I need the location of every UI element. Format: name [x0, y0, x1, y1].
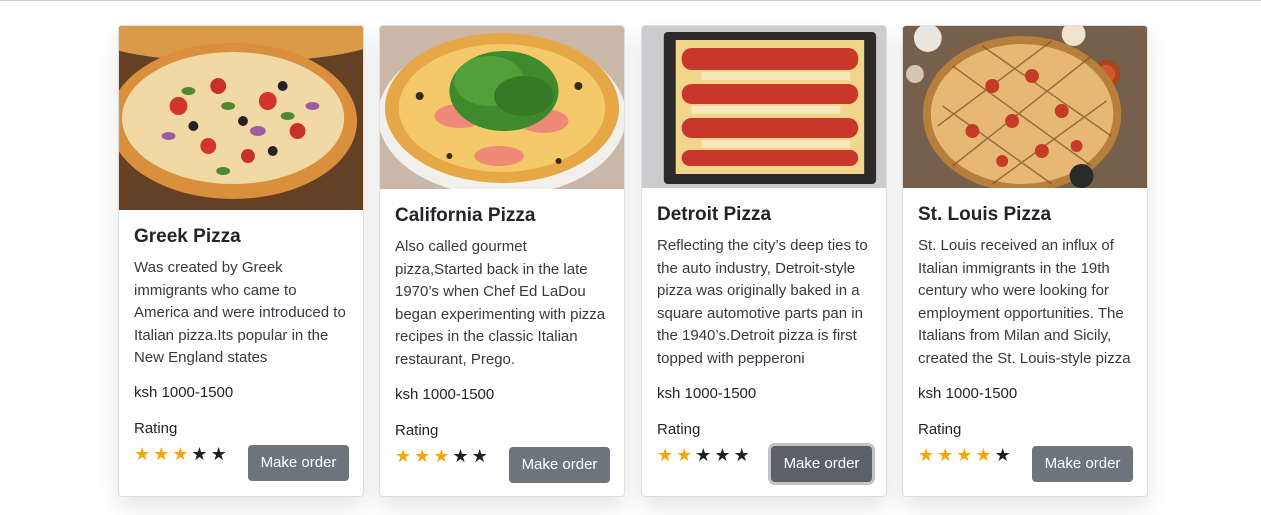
card-title: Greek Pizza [134, 226, 241, 247]
card-description: St. Louis received an influx of Italian … [918, 237, 1131, 367]
card-title: Detroit Pizza [657, 204, 772, 225]
star-rating: ★ ★ ★ ★ ★ [134, 446, 227, 464]
card-description: Reflecting the city’s deep ties to the a… [657, 237, 868, 367]
rating-label: Rating [918, 421, 962, 438]
star-filled-icon[interactable]: ★ [172, 446, 188, 464]
make-order-button[interactable]: Make order [771, 446, 872, 482]
star-filled-icon[interactable]: ★ [956, 447, 972, 465]
pizza-card-detroit: Detroit Pizza Reflecting the city’s deep… [641, 25, 887, 497]
rating-label: Rating [134, 420, 178, 437]
make-order-button[interactable]: Make order [509, 447, 610, 483]
rating-label: Rating [657, 421, 701, 438]
star-empty-icon[interactable]: ★ [734, 447, 750, 465]
card-price: ksh 1000-1500 [657, 385, 757, 402]
pizza-image-california [380, 26, 624, 189]
star-rating: ★ ★ ★ ★ ★ [918, 447, 1011, 465]
card-title: California Pizza [395, 205, 536, 226]
star-empty-icon[interactable]: ★ [995, 447, 1011, 465]
star-filled-icon[interactable]: ★ [918, 447, 934, 465]
card-price: ksh 1000-1500 [918, 385, 1018, 402]
card-price: ksh 1000-1500 [134, 384, 234, 401]
card-title: St. Louis Pizza [918, 204, 1052, 225]
star-filled-icon[interactable]: ★ [395, 448, 411, 466]
card-description: Also called gourmet pizza,Started back i… [395, 238, 606, 368]
star-empty-icon[interactable]: ★ [191, 446, 207, 464]
star-filled-icon[interactable]: ★ [657, 447, 673, 465]
star-filled-icon[interactable]: ★ [414, 448, 430, 466]
make-order-button[interactable]: Make order [1032, 446, 1133, 482]
star-filled-icon[interactable]: ★ [153, 446, 169, 464]
star-filled-icon[interactable]: ★ [134, 446, 150, 464]
card-description: Was created by Greek immigrants who came… [134, 259, 346, 366]
pizza-image-detroit [642, 26, 886, 188]
star-rating: ★ ★ ★ ★ ★ [395, 448, 488, 466]
star-rating: ★ ★ ★ ★ ★ [657, 447, 750, 465]
star-filled-icon[interactable]: ★ [676, 447, 692, 465]
star-filled-icon[interactable]: ★ [975, 447, 991, 465]
pizza-card-california: California Pizza Also called gourmet piz… [379, 25, 625, 497]
star-empty-icon[interactable]: ★ [714, 447, 730, 465]
pizza-image-greek [119, 26, 363, 210]
pizza-image-st-louis [903, 26, 1147, 188]
star-filled-icon[interactable]: ★ [433, 448, 449, 466]
star-empty-icon[interactable]: ★ [211, 446, 227, 464]
card-price: ksh 1000-1500 [395, 386, 495, 403]
top-border [0, 0, 1261, 1]
star-empty-icon[interactable]: ★ [472, 448, 488, 466]
star-empty-icon[interactable]: ★ [695, 447, 711, 465]
make-order-button[interactable]: Make order [248, 445, 349, 481]
rating-label: Rating [395, 422, 439, 439]
star-filled-icon[interactable]: ★ [937, 447, 953, 465]
pizza-card-st-louis: St. Louis Pizza St. Louis received an in… [902, 25, 1148, 497]
star-empty-icon[interactable]: ★ [452, 448, 468, 466]
pizza-card-greek: Greek Pizza Was created by Greek immigra… [118, 25, 364, 497]
